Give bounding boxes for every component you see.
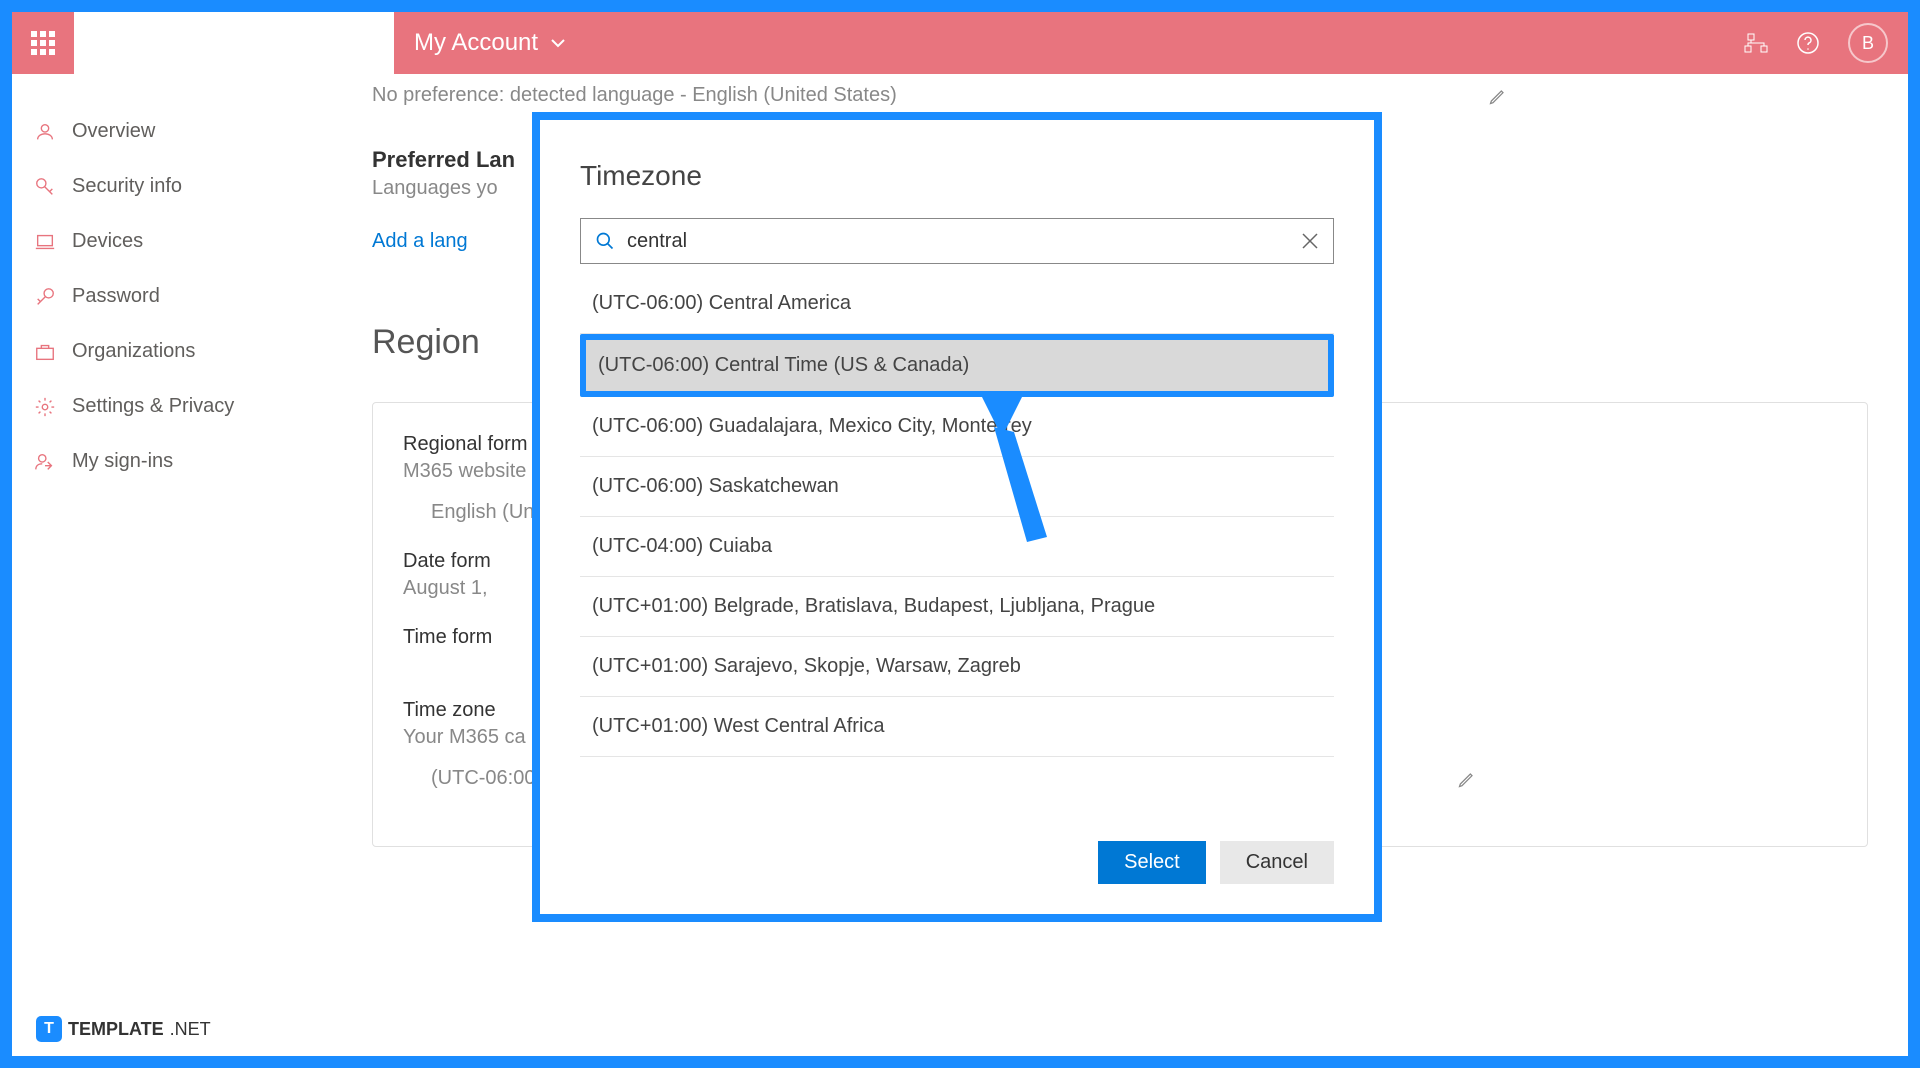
edit-icon[interactable]	[1488, 86, 1508, 106]
org-icon[interactable]	[1744, 31, 1768, 55]
modal-title: Timezone	[580, 160, 1334, 192]
sidebar-item-label: Password	[72, 285, 160, 308]
clear-icon[interactable]	[1301, 232, 1319, 250]
avatar-initial: B	[1862, 33, 1874, 54]
briefcase-icon	[34, 341, 56, 363]
sidebar: Overview Security info Devices Password …	[12, 74, 332, 1056]
timezone-option[interactable]: (UTC+01:00) Belgrade, Bratislava, Budape…	[580, 577, 1334, 637]
sidebar-item-label: Security info	[72, 175, 182, 198]
signin-icon	[34, 451, 56, 473]
detected-language-text: No preference: detected language - Engli…	[372, 84, 897, 107]
watermark: T TEMPLATE .NET	[36, 1016, 211, 1042]
account-dropdown[interactable]: My Account	[414, 29, 566, 57]
sidebar-item-label: Settings & Privacy	[72, 395, 234, 418]
sidebar-item-settings[interactable]: Settings & Privacy	[12, 379, 332, 434]
sidebar-item-organizations[interactable]: Organizations	[12, 324, 332, 379]
header-bar: My Account B	[394, 12, 1908, 74]
search-input[interactable]	[627, 230, 1289, 253]
person-icon	[34, 121, 56, 143]
app-launcher-button[interactable]	[12, 12, 74, 74]
watermark-bold: TEMPLATE	[68, 1019, 164, 1040]
sidebar-item-label: Devices	[72, 230, 143, 253]
help-icon[interactable]	[1796, 31, 1820, 55]
timezone-option[interactable]: (UTC+01:00) West Central Africa	[580, 697, 1334, 757]
timezone-modal: Timezone (UTC-06:00) Central America(UTC…	[532, 112, 1382, 922]
timezone-list: (UTC-06:00) Central America(UTC-06:00) C…	[580, 274, 1334, 757]
watermark-light: .NET	[170, 1019, 211, 1040]
sidebar-item-label: Overview	[72, 120, 155, 143]
sidebar-item-security[interactable]: Security info	[12, 159, 332, 214]
laptop-icon	[34, 231, 56, 253]
chevron-down-icon	[550, 35, 566, 51]
sidebar-item-label: Organizations	[72, 340, 195, 363]
timezone-option[interactable]: (UTC-06:00) Central Time (US & Canada)	[580, 334, 1334, 397]
add-language-link[interactable]: Add a lang	[372, 230, 468, 253]
cancel-button[interactable]: Cancel	[1220, 841, 1334, 884]
waffle-icon	[31, 31, 55, 55]
sidebar-item-password[interactable]: Password	[12, 269, 332, 324]
avatar[interactable]: B	[1848, 23, 1888, 63]
gear-icon	[34, 396, 56, 418]
page-title: My Account	[414, 29, 538, 57]
timezone-option[interactable]: (UTC-06:00) Guadalajara, Mexico City, Mo…	[580, 397, 1334, 457]
timezone-option[interactable]: (UTC-06:00) Saskatchewan	[580, 457, 1334, 517]
sidebar-item-devices[interactable]: Devices	[12, 214, 332, 269]
key-icon	[34, 286, 56, 308]
search-icon	[595, 231, 615, 251]
edit-icon[interactable]	[1457, 769, 1477, 789]
sidebar-item-overview[interactable]: Overview	[12, 104, 332, 159]
timezone-option[interactable]: (UTC+01:00) Sarajevo, Skopje, Warsaw, Za…	[580, 637, 1334, 697]
key-icon	[34, 176, 56, 198]
select-button[interactable]: Select	[1098, 841, 1206, 884]
timezone-option[interactable]: (UTC-04:00) Cuiaba	[580, 517, 1334, 577]
timezone-option[interactable]: (UTC-06:00) Central America	[580, 274, 1334, 334]
search-box[interactable]	[580, 218, 1334, 264]
sidebar-item-signins[interactable]: My sign-ins	[12, 434, 332, 489]
watermark-icon: T	[36, 1016, 62, 1042]
sidebar-item-label: My sign-ins	[72, 450, 173, 473]
